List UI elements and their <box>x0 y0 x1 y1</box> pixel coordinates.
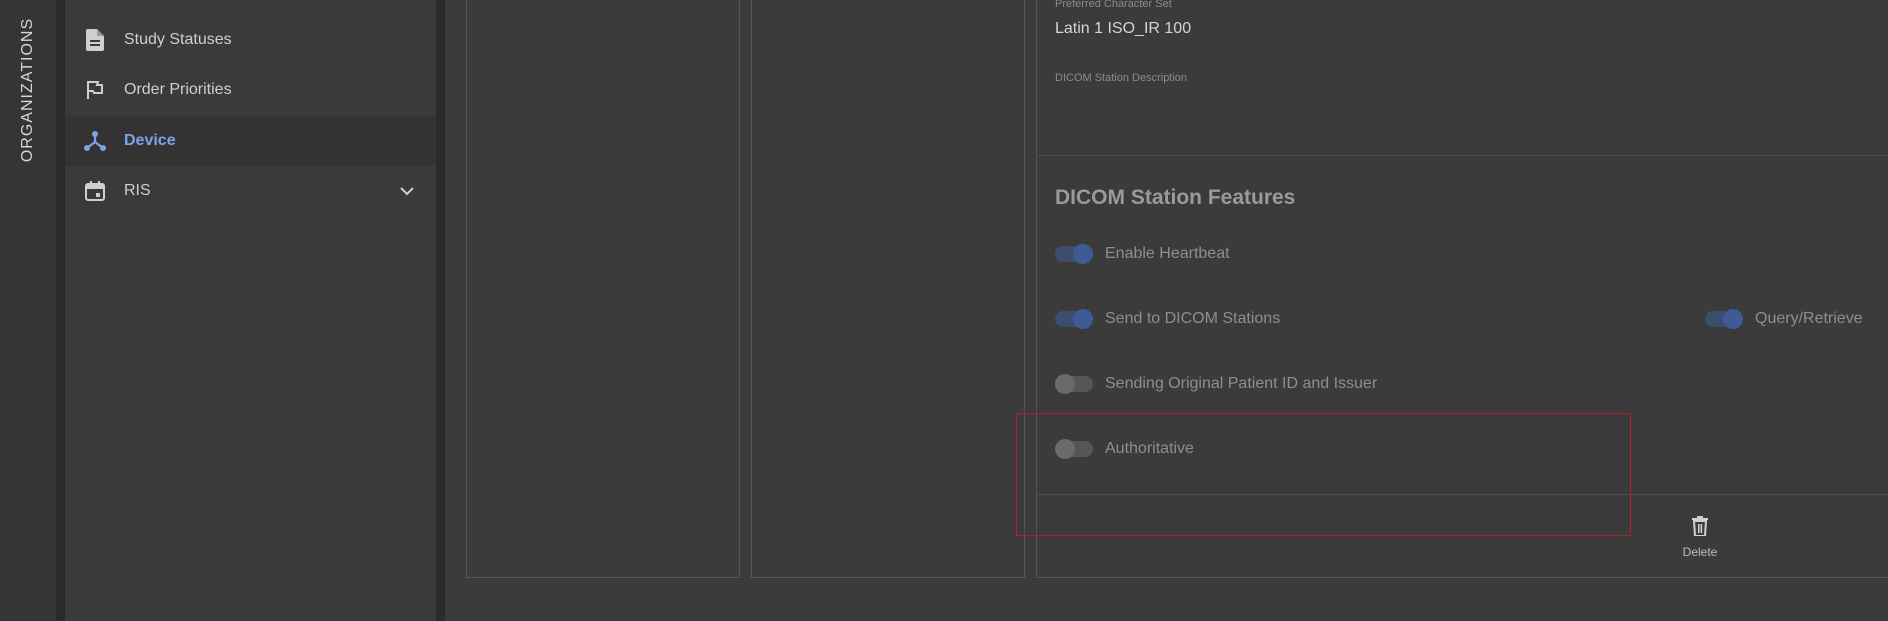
sidebar-item-ris[interactable]: RIS <box>65 166 436 216</box>
sending-original-row: Sending Original Patient ID and Issuer <box>1055 371 1377 397</box>
charset-label: Preferred Character Set <box>1055 0 1172 10</box>
trash-icon <box>1692 516 1708 541</box>
sidebar-item-order-priorities[interactable]: Order Priorities <box>65 65 436 115</box>
organizations-rail: ORGANIZATIONS <box>0 0 56 621</box>
sidebar: Study Statuses Order Priorities Device R… <box>65 0 436 621</box>
station-details-panel <box>1036 0 1888 578</box>
send-to-dicom-label: Send to DICOM Stations <box>1105 310 1281 327</box>
delete-button[interactable]: Delete <box>1668 516 1732 570</box>
sidebar-item-label: Device <box>124 132 176 149</box>
query-retrieve-toggle[interactable] <box>1705 309 1743 329</box>
enable-heartbeat-row: Enable Heartbeat <box>1055 241 1230 267</box>
section-divider <box>1036 155 1888 156</box>
sidebar-item-label: RIS <box>124 182 151 199</box>
sidebar-item-study-statuses[interactable]: Study Statuses <box>65 15 436 65</box>
sending-original-label: Sending Original Patient ID and Issuer <box>1105 375 1378 392</box>
device-network-icon <box>83 129 107 153</box>
chevron-down-icon[interactable] <box>398 182 416 200</box>
sending-original-toggle[interactable] <box>1055 374 1093 394</box>
sidebar-item-label: Order Priorities <box>124 81 232 98</box>
actions-divider <box>1036 494 1888 495</box>
content-panel-2 <box>751 0 1025 578</box>
flag-icon <box>83 78 107 102</box>
content-panel-1 <box>466 0 740 578</box>
sidebar-border <box>436 0 445 621</box>
authoritative-label: Authoritative <box>1105 440 1194 457</box>
charset-value[interactable]: Latin 1 ISO_IR 100 <box>1055 20 1191 38</box>
document-icon <box>83 28 107 52</box>
send-to-dicom-row: Send to DICOM Stations <box>1055 306 1280 332</box>
enable-heartbeat-toggle[interactable] <box>1055 244 1093 264</box>
organizations-rail-label[interactable]: ORGANIZATIONS <box>19 18 37 162</box>
sidebar-item-label: Study Statuses <box>124 31 232 48</box>
authoritative-toggle[interactable] <box>1055 439 1093 459</box>
rail-divider <box>56 0 65 621</box>
query-retrieve-row: Query/Retrieve <box>1705 306 1863 332</box>
sidebar-item-device[interactable]: Device <box>65 116 436 166</box>
query-retrieve-label: Query/Retrieve <box>1755 310 1863 327</box>
station-description-label: DICOM Station Description <box>1055 72 1188 84</box>
calendar-icon <box>83 179 107 203</box>
authoritative-row: Authoritative <box>1055 436 1194 462</box>
delete-label: Delete <box>1682 545 1718 559</box>
features-title: DICOM Station Features <box>1055 186 1296 209</box>
send-to-dicom-toggle[interactable] <box>1055 309 1093 329</box>
enable-heartbeat-label: Enable Heartbeat <box>1105 245 1230 262</box>
